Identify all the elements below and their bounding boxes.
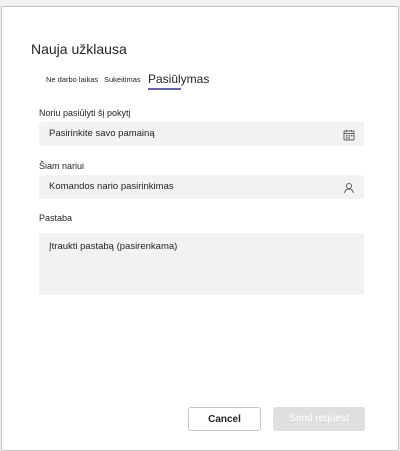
note-textarea[interactable]: Įtraukti pastabą (pasirenkama) — [39, 233, 364, 295]
tab-swap[interactable]: Sukeitimas — [104, 75, 141, 84]
dialog-title: Nauja užklausa — [31, 41, 127, 57]
shift-picker[interactable]: Pasirinkite savo pamainą — [39, 122, 364, 146]
calendar-icon[interactable] — [343, 128, 355, 141]
send-request-button[interactable]: Send request — [273, 407, 365, 431]
cancel-button[interactable]: Cancel — [188, 407, 261, 431]
member-label: Šiam nariui — [39, 161, 85, 171]
note-placeholder: Įtraukti pastabą (pasirenkama) — [49, 241, 178, 252]
tab-time-off[interactable]: Ne darbo laikas — [46, 75, 98, 84]
shift-picker-value: Pasirinkite savo pamainą — [49, 128, 155, 139]
new-request-dialog: Nauja užklausa Ne darbo laikas Sukeitima… — [1, 6, 399, 451]
person-icon — [343, 181, 355, 194]
offer-shift-label: Noriu pasiūlyti šį pokytį — [39, 108, 131, 118]
note-label: Pastaba — [39, 213, 73, 223]
member-picker[interactable]: Komandos nario pasirinkimas — [39, 175, 364, 199]
tab-offer[interactable]: Pasiūlymas — [148, 72, 209, 86]
member-picker-value: Komandos nario pasirinkimas — [49, 181, 174, 192]
active-tab-indicator — [148, 88, 181, 90]
